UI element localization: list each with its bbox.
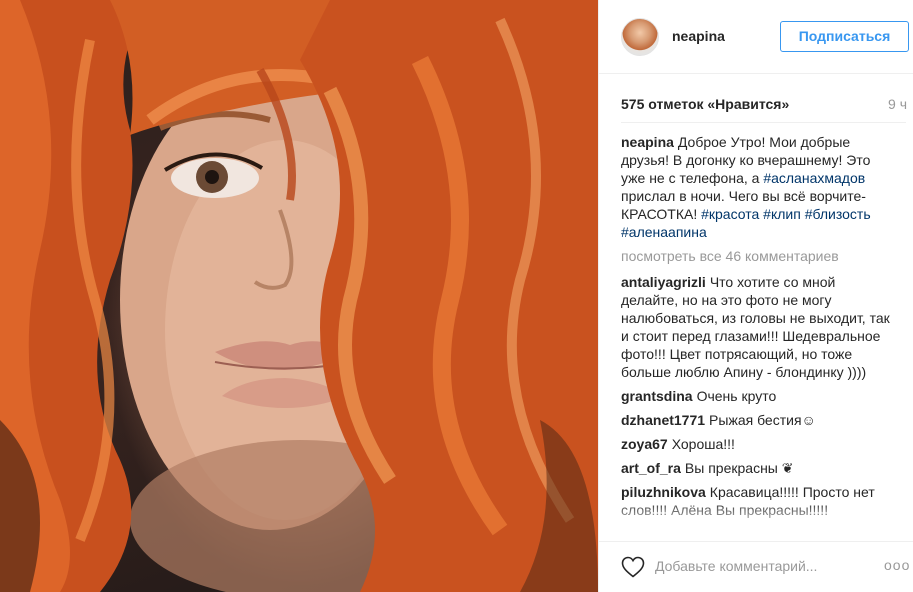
hashtag-link[interactable]: #асланахмадов	[763, 170, 865, 186]
comment-text: Очень круто	[696, 388, 777, 404]
comment-text: Хороша!!!	[671, 436, 735, 452]
follow-button[interactable]: Подписаться	[780, 21, 909, 52]
post-photo[interactable]	[0, 0, 598, 592]
comments-fade	[599, 500, 913, 540]
load-more-comments[interactable]: посмотреть все 46 комментариев	[621, 247, 891, 265]
comment-author[interactable]: grantsdina	[621, 388, 693, 404]
comment-author[interactable]: antaliyagrizli	[621, 274, 706, 290]
comments-list: neapina Доброе Утро! Мои добрые друзья! В…	[621, 133, 891, 525]
portrait-illustration	[0, 0, 598, 592]
heart-icon[interactable]	[621, 556, 645, 578]
comment-author[interactable]: art_of_ra	[621, 460, 681, 476]
comment-input[interactable]	[655, 555, 865, 577]
avatar[interactable]	[621, 18, 659, 56]
post-time[interactable]: 9 ч	[888, 96, 907, 112]
hashtag-link[interactable]: #аленаапина	[621, 224, 707, 240]
caption-author[interactable]: neapina	[621, 134, 674, 150]
more-options-icon[interactable]: ооо	[884, 557, 910, 573]
comment-item: dzhanet1771 Рыжая бестия☺	[621, 411, 891, 429]
comment-item: zoya67 Хороша!!!	[621, 435, 891, 453]
hashtag-link[interactable]: #красота	[701, 206, 759, 222]
divider	[621, 122, 906, 123]
comment-text: Вы прекрасны ❦	[684, 460, 794, 476]
comment-item: art_of_ra Вы прекрасны ❦	[621, 459, 891, 477]
likes-count[interactable]: 575 отметок «Нравится»	[621, 96, 789, 112]
hashtag-link[interactable]: #клип	[763, 206, 801, 222]
post-author-username[interactable]: neapina	[672, 28, 725, 44]
comment-author[interactable]: piluzhnikova	[621, 484, 706, 500]
post-header: neapina Подписаться	[599, 0, 913, 74]
comment-item: antaliyagrizli Что хотите со мной делайте…	[621, 273, 891, 381]
post-footer: ооо	[599, 541, 913, 592]
comment-author[interactable]: zoya67	[621, 436, 668, 452]
hashtag-link[interactable]: #близость	[805, 206, 871, 222]
comment-author[interactable]: dzhanet1771	[621, 412, 705, 428]
comment-text: Рыжая бестия☺	[709, 412, 816, 428]
caption: neapina Доброе Утро! Мои добрые друзья! В…	[621, 133, 891, 241]
comment-item: grantsdina Очень круто	[621, 387, 891, 405]
post-side-panel: neapina Подписаться 575 отметок «Нравитс…	[598, 0, 913, 592]
